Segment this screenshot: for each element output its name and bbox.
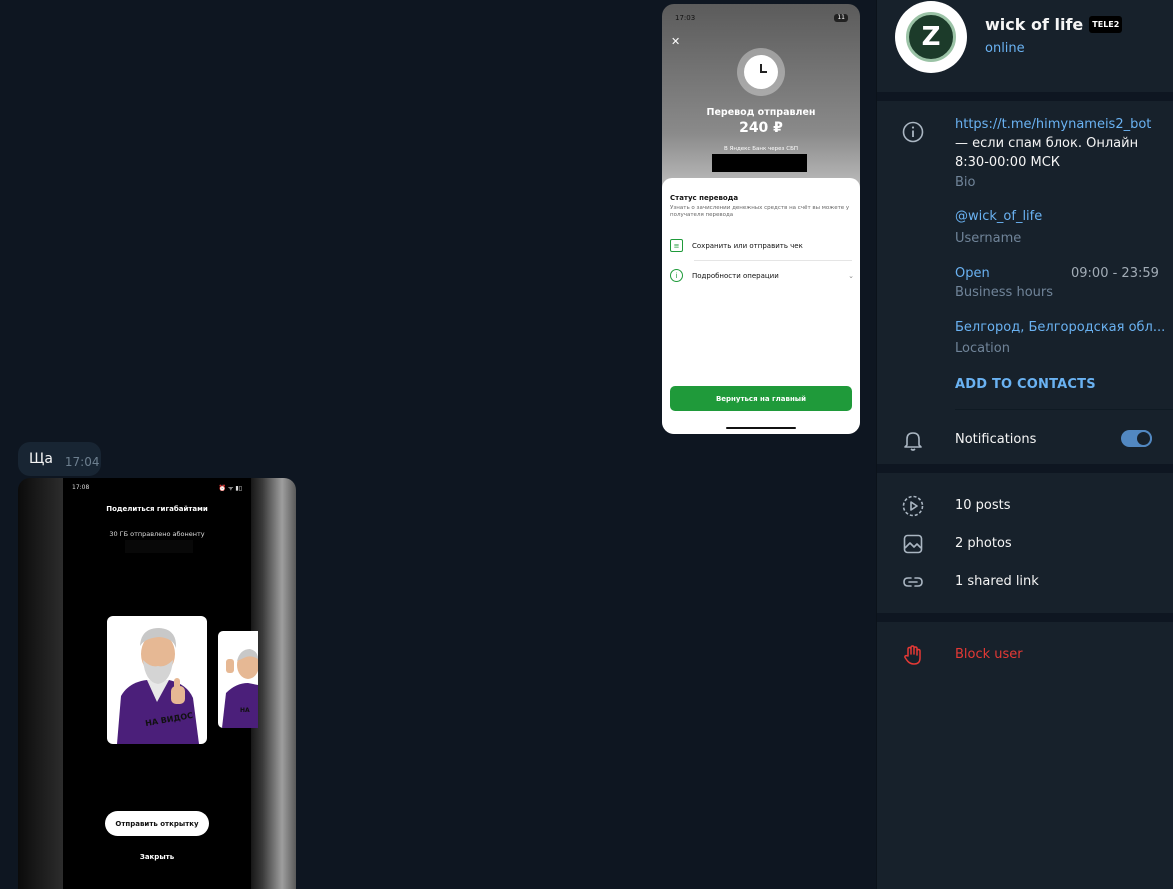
- link-icon: [901, 570, 925, 594]
- notifications-label: Notifications: [955, 432, 1037, 447]
- home-indicator: [726, 426, 796, 429]
- divider: [694, 260, 852, 261]
- hours-range: 09:00 - 23:59: [1071, 266, 1159, 281]
- online-status: online: [985, 41, 1025, 56]
- location-label: Location: [955, 341, 1010, 356]
- send-postcard-button: Отправить открытку: [105, 811, 209, 836]
- receipt-icon: ≡: [670, 239, 683, 252]
- add-to-contacts-button[interactable]: ADD TO CONTACTS: [955, 377, 1096, 392]
- username-label: Username: [955, 231, 1022, 246]
- info-icon: [901, 120, 925, 144]
- old-man-wave-icon: [222, 649, 258, 728]
- block-user-button[interactable]: Block user: [955, 647, 1023, 662]
- redaction-bar: [125, 540, 193, 553]
- links-count[interactable]: 1 shared link: [955, 574, 1039, 589]
- section-divider: [877, 464, 1173, 473]
- clock-icon: [737, 48, 785, 96]
- card2-caption: НА: [240, 707, 250, 714]
- avatar-emblem: Z: [906, 12, 956, 62]
- phone-status-bar: 17:08 ⏰ ᯤ ▮▯: [72, 484, 242, 492]
- bio-text: — если спам блок. Онлайн 8:30-00:00 МСК: [955, 136, 1139, 170]
- chevron-down-icon: ⌄: [848, 271, 854, 280]
- bell-icon: [901, 428, 925, 452]
- profile-name: wick of life TELE2: [985, 15, 1123, 34]
- redaction-bar: [712, 154, 807, 172]
- section-divider: [877, 613, 1173, 622]
- bio-label: Bio: [955, 175, 976, 190]
- phone-time: 17:08: [72, 484, 90, 491]
- share-title: Поделиться гигабайтами: [106, 505, 208, 513]
- photo-message-transfer[interactable]: 17:03 11 ✕ Перевод отправлен 240 ₽ В Янд…: [662, 4, 860, 434]
- status-icons: ⏰ ᯤ ▮▯: [218, 485, 242, 492]
- sheet-title: Статус перевода: [670, 194, 739, 202]
- transfer-via: В Яндекс Банк через СБП: [724, 146, 798, 152]
- divider: [955, 409, 1173, 410]
- section-divider: [877, 92, 1173, 101]
- chat-area: 17:03 11 ✕ Перевод отправлен 240 ₽ В Янд…: [0, 0, 876, 889]
- postcard-sticker-2: НА: [218, 631, 258, 728]
- details-row: i Подробности операции ⌄: [670, 269, 854, 282]
- photos-count[interactable]: 2 photos: [955, 536, 1012, 551]
- postcard-sticker: НА ВИДОС: [107, 616, 207, 744]
- message-time: 17:04: [64, 455, 100, 469]
- bio-link[interactable]: https://t.me/himynameis2_bot: [955, 117, 1151, 132]
- share-subtitle: 30 ГБ отправлено абоненту: [109, 530, 205, 538]
- tele2-badge: TELE2: [1089, 16, 1123, 33]
- home-button: Вернуться на главный: [670, 386, 852, 411]
- avatar[interactable]: Z: [895, 1, 967, 73]
- photo-icon: [901, 532, 925, 556]
- details-label: Подробности операции: [692, 271, 779, 280]
- phone-time: 17:03: [675, 14, 696, 22]
- transfer-amount: 240 ₽: [739, 120, 783, 136]
- battery-icon: 11: [834, 14, 848, 22]
- receipt-label: Сохранить или отправить чек: [692, 241, 803, 250]
- hours-label: Business hours: [955, 285, 1054, 300]
- message-text: Ща: [29, 451, 53, 467]
- notifications-toggle[interactable]: [1121, 430, 1152, 447]
- hours-status[interactable]: Open: [955, 266, 990, 281]
- phone-screen: 17:08 ⏰ ᯤ ▮▯ Поделиться гигабайтами 30 Г…: [63, 478, 258, 889]
- username-value[interactable]: @wick_of_life: [955, 209, 1042, 224]
- hand-icon: [901, 643, 925, 667]
- avatar-letter: Z: [921, 22, 941, 52]
- close-link: Закрыть: [139, 853, 175, 861]
- profile-name-text: wick of life: [985, 15, 1084, 34]
- transfer-title: Перевод отправлен: [706, 107, 816, 118]
- location-value[interactable]: Белгород, Белгородская обл...: [955, 320, 1165, 335]
- text-message[interactable]: Ща 17:04: [18, 442, 101, 476]
- posts-icon: [901, 494, 925, 518]
- info-icon: i: [670, 269, 683, 282]
- sheet-subtitle: Узнать о зачислении денежных средств на …: [670, 205, 850, 219]
- transfer-sheet: Статус перевода Узнать о зачислении дене…: [662, 178, 860, 434]
- posts-count[interactable]: 10 posts: [955, 498, 1011, 513]
- close-icon: ✕: [671, 35, 681, 48]
- receipt-row: ≡ Сохранить или отправить чек: [670, 239, 854, 252]
- phone-status-bar: 17:03 11: [675, 14, 848, 22]
- photo-message-gigabytes[interactable]: 17:08 ⏰ ᯤ ▮▯ Поделиться гигабайтами 30 Г…: [18, 478, 296, 889]
- profile-panel: Z wick of life TELE2 online https://t.me…: [876, 0, 1173, 889]
- bio: https://t.me/himynameis2_bot — если спам…: [955, 115, 1155, 172]
